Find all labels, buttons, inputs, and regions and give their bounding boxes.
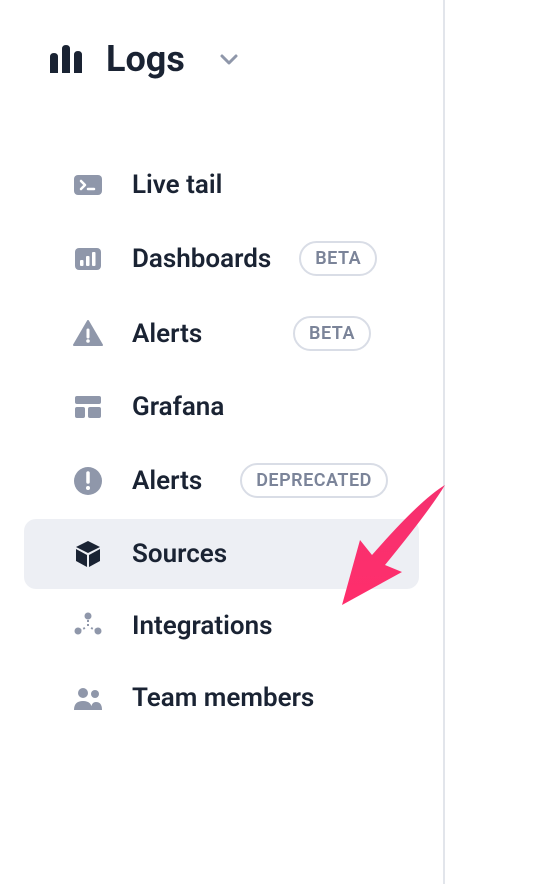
nav-label: Team members: [132, 683, 314, 713]
beta-badge: BETA: [299, 241, 377, 276]
nav-item-team-members[interactable]: Team members: [24, 663, 419, 733]
nav-item-alerts-deprecated[interactable]: Alerts DEPRECATED: [24, 444, 419, 517]
beta-badge: BETA: [293, 316, 371, 351]
deprecated-badge: DEPRECATED: [240, 463, 388, 498]
exclamation-circle-icon: [72, 465, 104, 497]
chevron-down-icon[interactable]: [217, 47, 241, 71]
nav-label: Alerts: [132, 319, 202, 349]
cube-icon: [72, 538, 104, 570]
users-icon: [72, 682, 104, 714]
nav-label: Live tail: [132, 170, 222, 200]
nav-item-dashboards[interactable]: Dashboards BETA: [24, 222, 419, 295]
nav-item-alerts-beta[interactable]: Alerts BETA: [24, 297, 419, 370]
nav-label: Grafana: [132, 392, 224, 422]
page-title: Logs: [106, 38, 185, 80]
nav-list: Live tail Dashboards BETA: [0, 150, 443, 733]
nav-label: Alerts: [132, 466, 202, 496]
sidebar-header[interactable]: Logs: [0, 38, 443, 80]
logo-icon: [48, 43, 86, 75]
nav-item-sources[interactable]: Sources: [24, 519, 419, 589]
chart-icon: [72, 243, 104, 275]
nav-label: Integrations: [132, 611, 273, 641]
nav-label: Dashboards: [132, 244, 271, 274]
sidebar: Logs Live tail: [0, 0, 445, 884]
nav-item-integrations[interactable]: Integrations: [24, 591, 419, 661]
nav-label: Sources: [132, 539, 227, 569]
integrations-icon: [72, 610, 104, 642]
terminal-icon: [72, 169, 104, 201]
layout-icon: [72, 391, 104, 423]
warning-icon: [72, 318, 104, 350]
nav-item-grafana[interactable]: Grafana: [24, 372, 419, 442]
nav-item-live-tail[interactable]: Live tail: [24, 150, 419, 220]
